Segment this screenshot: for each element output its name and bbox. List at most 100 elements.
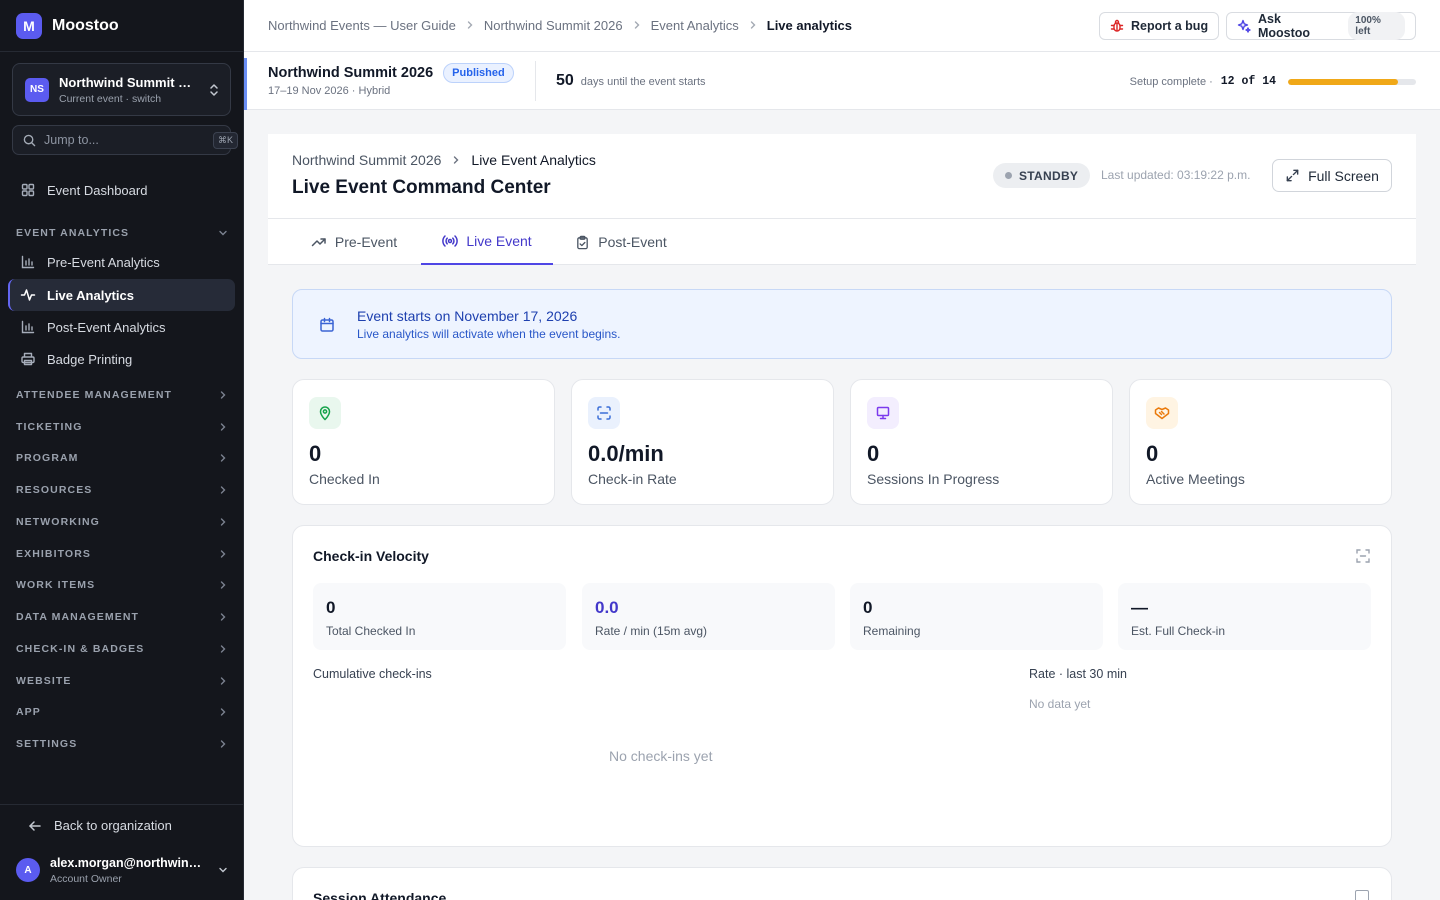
clipboard-check-icon — [575, 235, 590, 250]
chevron-right-icon — [218, 422, 228, 432]
sidebar-section-resources[interactable]: RESOURCES — [16, 482, 228, 498]
event-avatar: NS — [25, 77, 49, 102]
stat-label: Rate / min (15m avg) — [595, 624, 708, 638]
tab-label: Pre-Event — [334, 234, 398, 250]
breadcrumb-current: Live Event Analytics — [471, 152, 596, 168]
sidebar-section-work-items[interactable]: WORK ITEMS — [16, 577, 228, 593]
sidebar-section-networking[interactable]: NETWORKING — [16, 514, 228, 530]
sidebar-section-event-analytics[interactable]: EVENT ANALYTICS — [16, 225, 228, 241]
event-dates: 17–19 Nov 2026 · Hybrid — [268, 85, 391, 97]
sidebar-section-data-management[interactable]: DATA MANAGEMENT — [16, 609, 228, 625]
sidebar-item-event-dashboard[interactable]: Event Dashboard — [8, 174, 235, 206]
sidebar-item-badge-printing[interactable]: Badge Printing — [8, 343, 235, 375]
section-label: EVENT ANALYTICS — [16, 227, 130, 239]
sidebar-section-app[interactable]: APP — [16, 704, 228, 720]
chevron-right-icon — [632, 20, 642, 30]
brand[interactable]: M Moostoo — [16, 12, 119, 40]
tab-label: Post-Event — [598, 234, 667, 250]
sidebar-section-program[interactable]: PROGRAM — [16, 450, 228, 466]
event-summary-bar: Northwind Summit 2026 Published 17–19 No… — [244, 52, 1440, 110]
breadcrumb-current: Live analytics — [766, 17, 853, 33]
stat-rate-per-min: 0.0 Rate / min (15m avg) — [582, 583, 835, 650]
setup-progress[interactable]: Setup complete · 12 of 14 — [1130, 75, 1416, 88]
event-switcher[interactable]: NS Northwind Summit 2026 Current event ·… — [12, 63, 231, 116]
kpi-value: 0 — [1146, 441, 1159, 466]
report-bug-button[interactable]: Report a bug — [1099, 12, 1220, 40]
expand-icon — [1285, 168, 1300, 183]
section-label: CHECK-IN & BADGES — [16, 643, 145, 655]
stat-value: — — [1131, 598, 1148, 617]
sidebar-divider — [0, 51, 244, 52]
divider — [535, 61, 536, 101]
section-label: WORK ITEMS — [16, 579, 96, 591]
avatar: A — [16, 858, 40, 882]
bug-icon — [1110, 19, 1124, 33]
cumulative-empty-state: No check-ins yet — [609, 748, 713, 764]
map-pin-icon — [309, 397, 341, 429]
sidebar-item-pre-event-analytics[interactable]: Pre-Event Analytics — [8, 246, 235, 278]
user-menu[interactable]: A alex.morgan@northwind.com Account Owne… — [16, 853, 228, 887]
breadcrumb-item[interactable]: Northwind Events — User Guide — [268, 18, 456, 33]
tab-label: Live Event — [466, 233, 532, 249]
breadcrumb: Northwind Events — User Guide Northwind … — [268, 0, 852, 50]
expand-icon[interactable] — [1355, 890, 1369, 900]
chevron-right-icon — [218, 485, 228, 495]
sidebar-section-check-in-badges[interactable]: CHECK-IN & BADGES — [16, 641, 228, 657]
bar-chart-icon — [20, 254, 36, 270]
bar-chart-icon — [20, 319, 36, 335]
sidebar-item-post-event-analytics[interactable]: Post-Event Analytics — [8, 311, 235, 343]
section-label: TICKETING — [16, 421, 83, 433]
grid-icon — [20, 182, 36, 198]
full-screen-button[interactable]: Full Screen — [1272, 159, 1392, 192]
sidebar-item-live-analytics[interactable]: Live Analytics — [8, 279, 235, 311]
sidebar-section-exhibitors[interactable]: EXHIBITORS — [16, 546, 228, 562]
breadcrumb-item[interactable]: Event Analytics — [651, 18, 739, 33]
sidebar-section-website[interactable]: WEBSITE — [16, 673, 228, 689]
calendar-icon — [319, 317, 335, 333]
jump-input[interactable] — [44, 133, 205, 147]
chevron-right-icon — [218, 580, 228, 590]
breadcrumb-item[interactable]: Northwind Summit 2026 — [292, 152, 441, 168]
sidebar-item-label: Badge Printing — [47, 351, 133, 367]
ask-moostoo-button[interactable]: Ask Moostoo 100% left — [1226, 12, 1416, 40]
tab-pre-event[interactable]: Pre-Event — [298, 219, 410, 265]
back-to-organization-link[interactable]: Back to organization — [28, 818, 172, 833]
sidebar: M Moostoo NS Northwind Summit 2026 Curre… — [0, 0, 244, 900]
sidebar-item-label: Post-Event Analytics — [47, 319, 166, 335]
arrow-left-icon — [28, 819, 42, 833]
section-label: SETTINGS — [16, 738, 78, 750]
back-label: Back to organization — [54, 818, 172, 833]
kpi-card-checked-in: 0 Checked In — [292, 379, 555, 505]
event-accent-bar — [244, 58, 247, 110]
jump-to-search[interactable]: ⌘K — [12, 125, 239, 155]
card-title: Session Attendance — [313, 890, 447, 900]
days-label: days until the event starts — [580, 76, 706, 88]
last-updated: Last updated: 03:19:22 p.m. — [1101, 168, 1251, 182]
sidebar-item-label: Live Analytics — [47, 287, 134, 303]
report-bug-label: Report a bug — [1131, 19, 1209, 33]
expand-icon[interactable] — [1355, 548, 1371, 564]
rate-chart-label: Rate · last 30 min — [1029, 667, 1127, 681]
event-start-alert: Event starts on November 17, 2026 Live a… — [292, 289, 1392, 359]
kpi-card-sessions-in-progress: 0 Sessions In Progress — [850, 379, 1113, 505]
setup-progress-fill — [1288, 78, 1398, 85]
status-label: STANDBY — [1019, 168, 1079, 183]
breadcrumb-item[interactable]: Northwind Summit 2026 — [484, 18, 623, 33]
kpi-label: Sessions In Progress — [867, 471, 1000, 487]
tab-post-event[interactable]: Post-Event — [564, 219, 678, 265]
setup-count: 12 of 14 — [1220, 75, 1276, 88]
sidebar-section-attendee-management[interactable]: ATTENDEE MANAGEMENT — [16, 387, 228, 403]
sparkles-icon — [1237, 19, 1251, 33]
tab-live-event[interactable]: Live Event — [421, 219, 553, 265]
event-title: Northwind Summit 2026 — [268, 65, 434, 81]
trending-up-icon — [311, 234, 327, 250]
kpi-card-check-in-rate: 0.0/min Check-in Rate — [571, 379, 834, 505]
sidebar-section-settings[interactable]: SETTINGS — [16, 736, 228, 752]
sidebar-item-label: Pre-Event Analytics — [47, 254, 160, 270]
kpi-label: Check-in Rate — [588, 471, 677, 487]
stat-label: Est. Full Check-in — [1131, 624, 1226, 638]
alert-body: Live analytics will activate when the ev… — [357, 327, 621, 341]
search-icon — [23, 134, 36, 147]
card-title: Check-in Velocity — [313, 548, 429, 564]
sidebar-section-ticketing[interactable]: TICKETING — [16, 419, 228, 435]
